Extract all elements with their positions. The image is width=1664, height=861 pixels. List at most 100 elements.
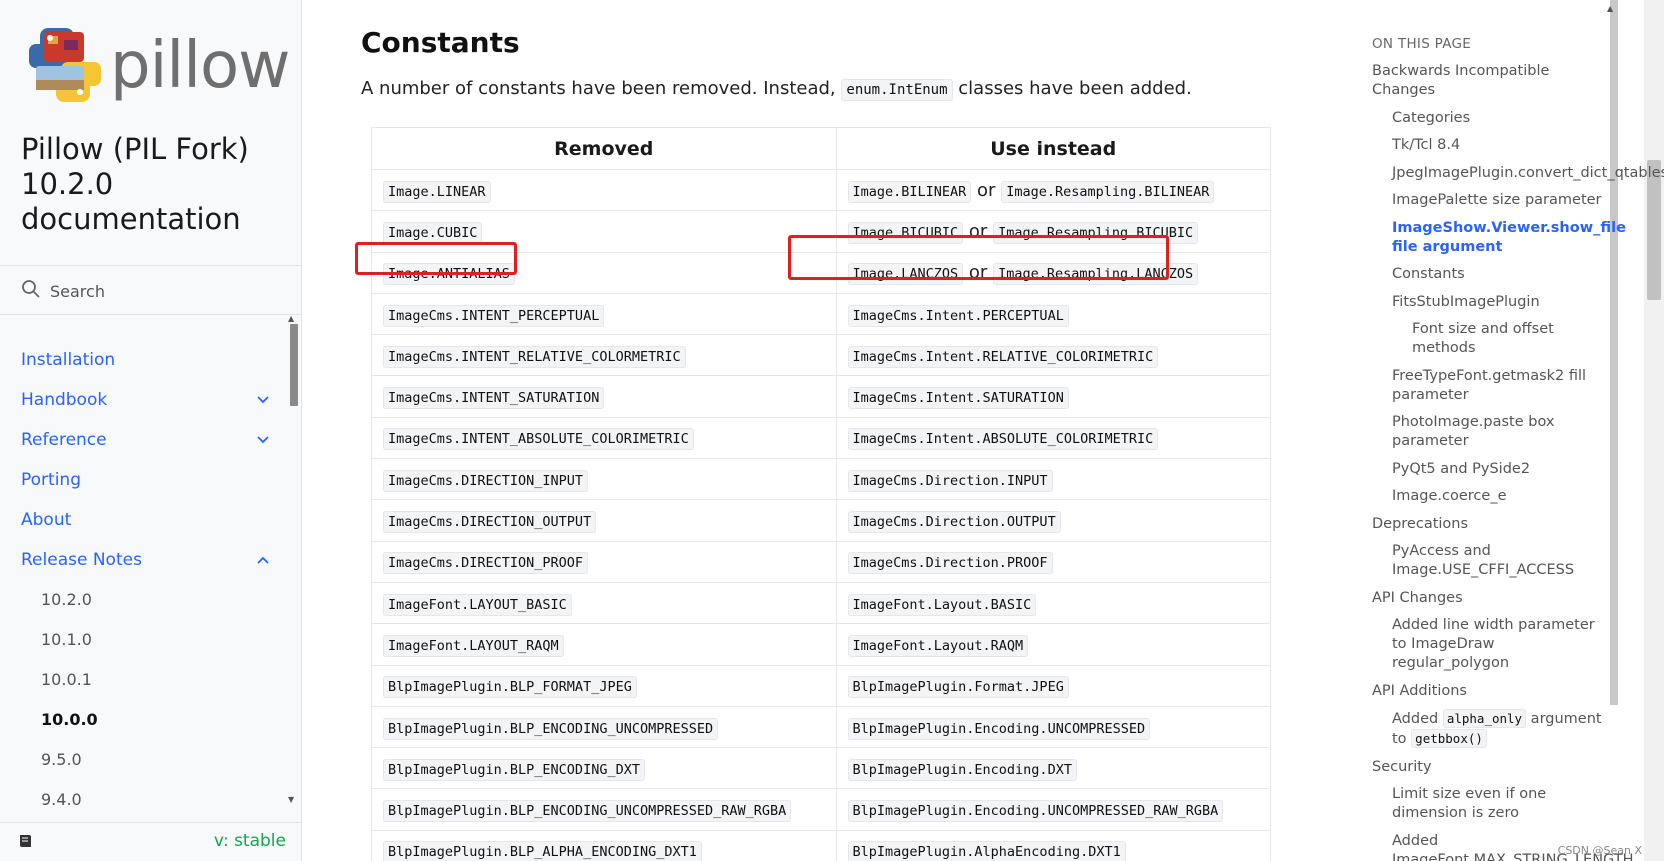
removed-constant: Image.LINEAR [383,180,491,203]
replacement-constant: ImageFont.Layout.BASIC [847,593,1037,616]
table-row: ImageCms.INTENT_RELATIVE_COLORMETRIC Imag… [371,334,1271,377]
use-instead-cell: ImageFont.Layout.BASIC [835,581,1271,625]
scroll-down-arrow-icon[interactable]: ▼ [288,795,294,804]
replacement-constant: Image.BILINEAR [847,180,972,203]
table-row: BlpImagePlugin.BLP_ENCODING_UNCOMPRESSED… [371,705,1271,749]
use-instead-cell: BlpImagePlugin.Encoding.UNCOMPRESSED_RAW… [835,788,1271,831]
removed-cell: ImageFont.LAYOUT_RAQM [371,623,837,666]
scroll-up-arrow-icon[interactable]: ▲ [1607,4,1613,13]
table-header-row: Removed Use instead [371,127,1271,170]
sidebar-scrollbar-thumb[interactable] [290,324,298,406]
content-scrollbar[interactable] [1610,0,1618,705]
nav-sub-version[interactable]: 10.1.0 [0,620,288,660]
use-instead-cell: BlpImagePlugin.Format.JPEG [835,664,1271,707]
toc-item[interactable]: JpegImagePlugin.convert_dict_qtables [1372,164,1664,183]
table-row: ImageFont.LAYOUT_BASIC ImageFont.Layout.B… [371,581,1271,625]
nav-item-release-notes[interactable]: Release Notes [0,540,288,580]
table-row: ImageCms.DIRECTION_INPUT ImageCms.Directi… [371,458,1271,501]
use-instead-cell: ImageCms.Intent.SATURATION [835,375,1271,418]
column-header-use-instead: Use instead [835,127,1271,170]
removed-cell: BlpImagePlugin.BLP_ENCODING_UNCOMPRESSED [371,705,837,749]
toc-item[interactable]: Backwards Incompatible Changes [1372,62,1602,100]
toc-list: Backwards Incompatible Changes Categories… [1372,62,1664,861]
search-input[interactable] [50,276,280,306]
version-selector[interactable]: v: stable [214,831,286,851]
nav-item-porting[interactable]: Porting [0,460,288,500]
replacement-constant: BlpImagePlugin.AlphaEncoding.DXT1 [847,841,1126,861]
chevron-up-icon[interactable] [256,553,270,567]
nav-sub-version[interactable]: 10.0.1 [0,660,288,700]
toc-item[interactable]: ImagePalette size parameter [1372,191,1602,210]
removed-cell: Image.LINEAR [371,168,837,212]
replacement-constant: ImageCms.Direction.PROOF [847,552,1053,575]
use-instead-cell: BlpImagePlugin.Encoding.DXT [835,747,1271,790]
nav-item-label: Handbook [21,390,108,410]
search-bar[interactable] [0,265,302,315]
nav-item-reference[interactable]: Reference [0,420,288,460]
nav-sub-version[interactable]: 9.5.0 [0,740,288,780]
toc-item[interactable]: Categories [1372,109,1602,128]
removed-constant: ImageCms.DIRECTION_OUTPUT [383,511,597,534]
toc-item[interactable]: Tk/Tcl 8.4 [1372,136,1602,155]
nav-sub-version-current[interactable]: 10.0.0 [0,700,288,740]
removed-cell: ImageCms.DIRECTION_OUTPUT [371,499,837,542]
nav-item-handbook[interactable]: Handbook [0,380,288,420]
toc-item[interactable]: Added line width parameter to ImageDraw … [1372,616,1602,673]
toc-item[interactable]: API Additions [1372,682,1602,701]
toc-item[interactable]: PyAccess and Image.USE_CFFI_ACCESS [1372,542,1602,580]
removed-constant: ImageCms.INTENT_SATURATION [383,387,605,410]
project-title[interactable]: Pillow (PIL Fork) 10.2.0 documentation [21,132,281,237]
chevron-down-icon[interactable] [256,433,270,447]
book-icon[interactable] [18,833,34,849]
intro-code: enum.IntEnum [841,79,953,101]
table-row: Image.LINEAR Image.BILINEAR or Image.Resa… [371,168,1271,212]
page-scrollbar[interactable] [1644,0,1664,861]
table-row: ImageCms.DIRECTION_PROOF ImageCms.Directi… [371,540,1271,583]
pillow-logo[interactable]: pillow [26,22,290,110]
chevron-down-icon[interactable] [256,393,270,407]
toc-item[interactable]: ImageShow.Viewer.show_file file argument [1372,219,1626,257]
replacement-constant: BlpImagePlugin.Format.JPEG [847,676,1069,699]
nav-item-installation[interactable]: Installation [0,340,288,380]
nav-item-label: Reference [21,430,107,450]
nav-item-label: About [21,510,72,530]
nav-sub-version[interactable]: 10.2.0 [0,580,288,620]
removed-constant: BlpImagePlugin.BLP_ENCODING_UNCOMPRESSED [383,717,719,740]
removed-cell: BlpImagePlugin.BLP_ALPHA_ENCODING_DXT1 [371,829,837,861]
removed-cell: ImageFont.LAYOUT_BASIC [371,581,837,625]
removed-cell: ImageCms.INTENT_ABSOLUTE_COLORIMETRIC [371,416,837,460]
table-row: ImageCms.INTENT_SATURATION ImageCms.Inten… [371,375,1271,418]
removed-cell: BlpImagePlugin.BLP_FORMAT_JPEG [371,664,837,707]
toc-title: ON THIS PAGE [1372,36,1472,52]
toc-item[interactable]: FitsStubImagePlugin [1372,293,1602,312]
toc-item[interactable]: PhotoImage.paste box parameter [1372,413,1602,451]
toc-item[interactable]: Deprecations [1372,515,1602,534]
removed-cell: ImageCms.DIRECTION_PROOF [371,540,837,583]
page-scrollbar-thumb[interactable] [1647,160,1661,300]
removed-constant: ImageCms.INTENT_ABSOLUTE_COLORIMETRIC [383,428,694,451]
table-row: ImageFont.LAYOUT_RAQM ImageFont.Layout.RA… [371,623,1271,666]
or-text: or [977,179,996,201]
toc-item[interactable]: Constants [1372,265,1602,284]
toc-item[interactable]: Font size and offset methods [1372,320,1602,358]
removed-cell: BlpImagePlugin.BLP_ENCODING_DXT [371,747,837,790]
sidebar-nav: Installation Handbook Reference Porting … [0,340,288,820]
intro-text: A number of constants have been removed.… [361,78,836,99]
toc-item-code: getbbox() [1411,729,1487,748]
column-header-removed: Removed [371,127,837,170]
toc-item[interactable]: Limit size even if one dimension is zero [1372,785,1602,823]
toc-item[interactable]: Added alpha_only argument to getbbox() [1372,709,1602,749]
toc-item[interactable]: PyQt5 and PySide2 [1372,460,1602,479]
removed-cell: ImageCms.INTENT_SATURATION [371,375,837,418]
nav-sub-version[interactable]: 9.4.0 [0,780,288,820]
nav-item-label: Porting [21,470,81,490]
toc-item[interactable]: API Changes [1372,589,1602,608]
toc-item[interactable]: FreeTypeFont.getmask2 fill parameter [1372,367,1602,405]
replacement-constant: ImageCms.Direction.OUTPUT [847,511,1061,534]
nav-item-about[interactable]: About [0,500,288,540]
toc-item[interactable]: Image.coerce_e [1372,487,1602,506]
scroll-up-arrow-icon[interactable]: ▲ [288,314,294,323]
on-this-page-toc: ON THIS PAGE Backwards Incompatible Chan… [1372,36,1664,861]
removed-constant: Image.CUBIC [383,221,483,244]
toc-item[interactable]: Security [1372,758,1602,777]
